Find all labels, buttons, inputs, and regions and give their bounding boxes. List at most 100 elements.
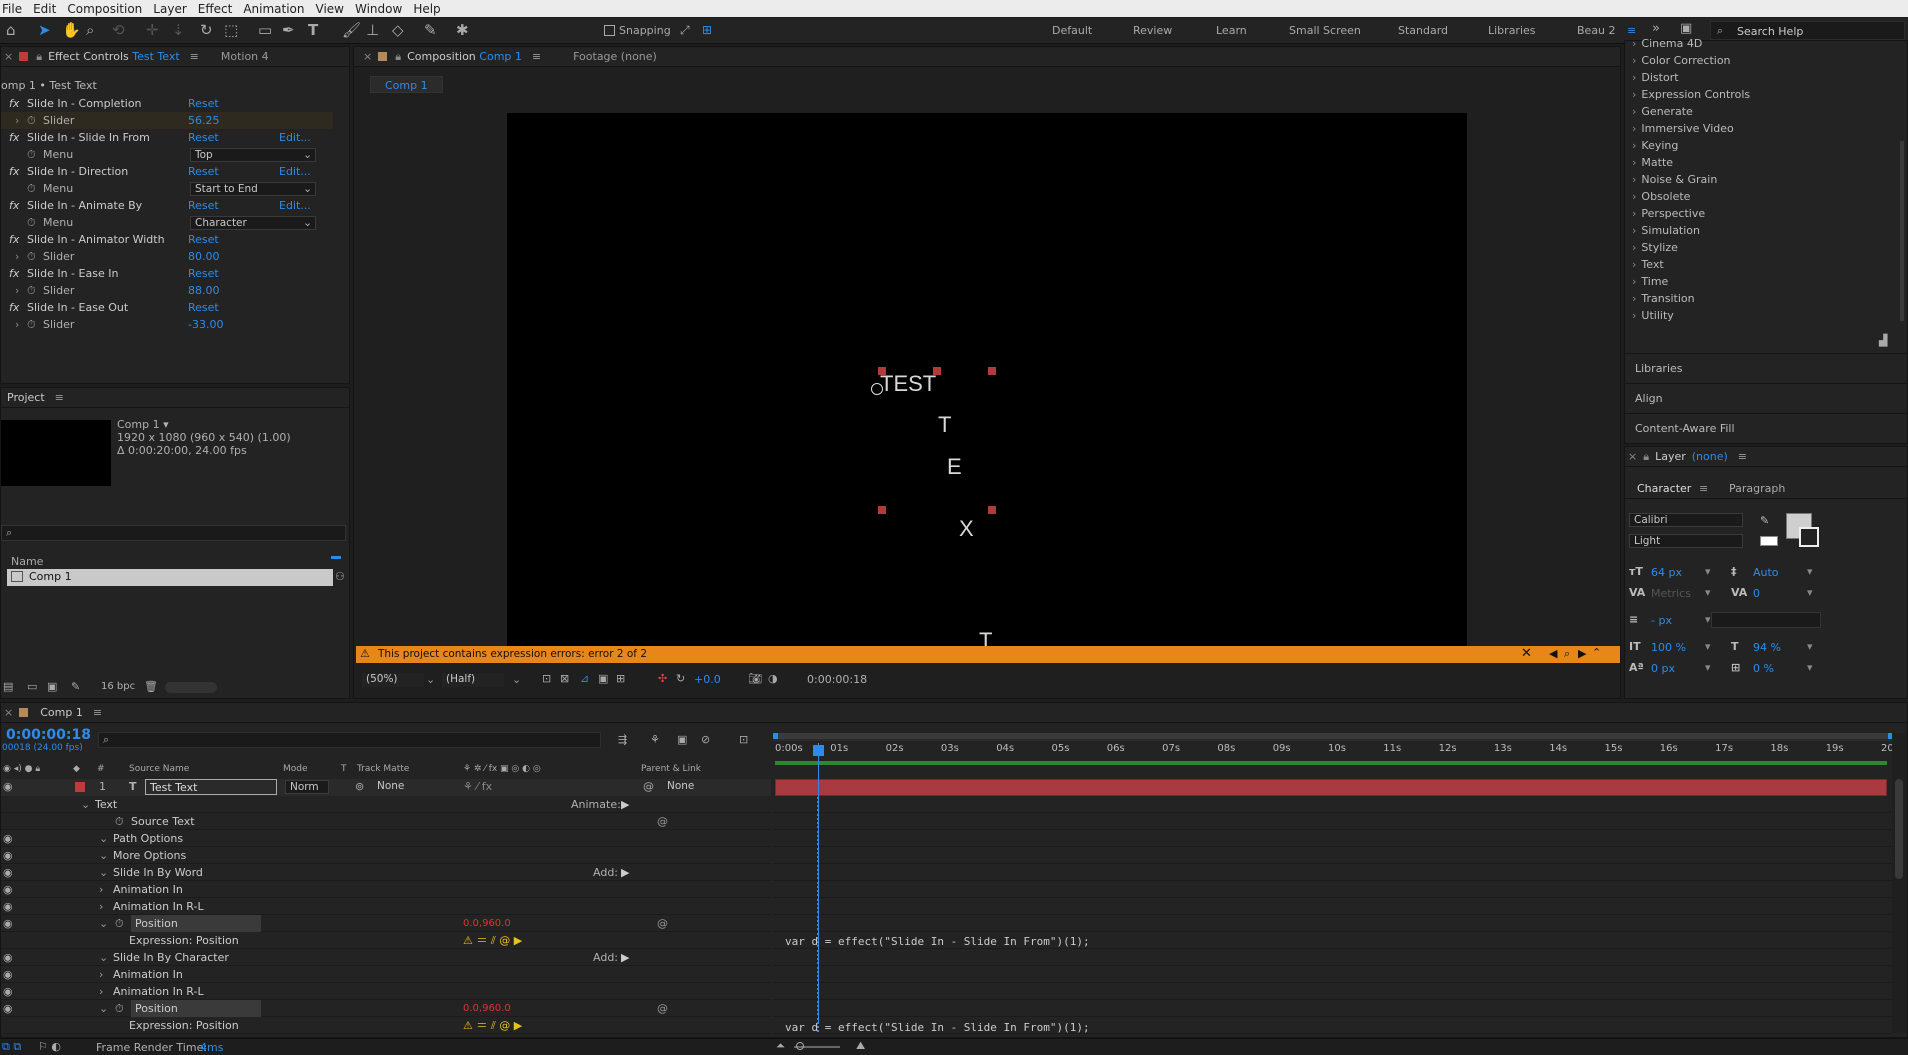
effect-category-distort[interactable]: › Distort	[1625, 69, 1905, 86]
layer-handle[interactable]	[988, 506, 996, 514]
timeline-property-row[interactable]: ◉ ⌄ Slide In By Character Add: ▶	[1, 949, 771, 966]
effect-category-cinema-4d[interactable]: › Cinema 4D	[1625, 35, 1905, 52]
parent-dropdown[interactable]: None	[663, 780, 745, 794]
show-snapshot-icon[interactable]: ◑	[768, 672, 778, 685]
dismiss-error-icon[interactable]: ✕	[1521, 646, 1532, 661]
chevron-icon[interactable]: ⌄	[99, 830, 108, 847]
column-source-name[interactable]: Source Name	[129, 764, 189, 774]
effect-category-color-correction[interactable]: › Color Correction	[1625, 52, 1905, 69]
param-value[interactable]: 80.00	[188, 248, 220, 265]
chevron-icon[interactable]: ⌄	[99, 847, 108, 864]
stopwatch-icon[interactable]: ⏱	[115, 813, 124, 830]
eye-icon[interactable]: ◉	[3, 949, 13, 966]
expand-chevron-icon[interactable]: ›	[15, 316, 19, 333]
workspace-review[interactable]: Review	[1133, 24, 1172, 37]
region-of-interest-icon[interactable]: ▣	[598, 672, 608, 685]
layer-switches-icons[interactable]: ⚘ ⁄ fx	[463, 780, 492, 793]
clone-tool-icon[interactable]: ⊥	[366, 22, 379, 39]
timeline-search-input[interactable]: ⌕	[98, 732, 601, 748]
graph-editor-icon[interactable]: ⊡	[739, 733, 748, 746]
comp-timecode[interactable]: 0:00:00:18	[807, 673, 867, 686]
menu-dropdown[interactable]: Character	[190, 216, 316, 230]
timeline-property-row[interactable]: Expression: Position ⚠ ＝ ⫽ @ ▶	[1, 1017, 771, 1034]
effect-category-obsolete[interactable]: › Obsolete	[1625, 188, 1905, 205]
reset-link[interactable]: Reset	[188, 95, 219, 112]
zoom-out-icon[interactable]: ⏶	[776, 1039, 785, 1053]
shy-layers-icon[interactable]: ▣	[677, 733, 687, 746]
timeline-tab[interactable]: Comp 1	[34, 706, 89, 719]
position-value[interactable]: 0.0,960.0	[463, 915, 511, 932]
stopwatch-icon[interactable]: ⏱	[115, 915, 124, 932]
column-mode[interactable]: Mode	[283, 764, 308, 774]
snapshot-icon[interactable]: 📷︎	[748, 672, 762, 685]
pick-whip-icon[interactable]: @	[657, 813, 668, 830]
timeline-property-row[interactable]: ◉ ⌄ ⏱ Position 0.0,960.0 @	[1, 915, 771, 932]
tracking-field[interactable]: 0	[1753, 587, 1760, 600]
brush-tool-icon[interactable]: 🖌	[342, 22, 361, 39]
stopwatch-icon[interactable]: ⏱	[27, 316, 36, 333]
menu-animation[interactable]: Animation	[241, 2, 313, 16]
menu-help[interactable]: Help	[411, 2, 449, 16]
new-comp-icon[interactable]: ▣	[47, 680, 57, 693]
menu-edit[interactable]: Edit	[31, 2, 65, 16]
dolly-tool-icon[interactable]: ⇣	[172, 22, 185, 39]
expression-controls-icons[interactable]: ⚠ ＝ ⫽ @ ▶	[463, 932, 522, 949]
eye-icon[interactable]: ◉	[3, 847, 13, 864]
baseline-shift-field[interactable]: 0 px	[1651, 662, 1675, 675]
close-icon[interactable]: ×	[363, 50, 372, 63]
tab-character[interactable]: Character	[1637, 482, 1691, 495]
add-menu-icon[interactable]: ▶	[621, 864, 629, 881]
stopwatch-icon[interactable]: ⏱	[27, 214, 36, 231]
stroke-type-dropdown[interactable]	[1711, 612, 1821, 628]
reset-link[interactable]: Reset	[188, 163, 219, 180]
pick-whip-icon[interactable]: @	[657, 1000, 668, 1017]
timeline-property-row[interactable]: ◉ › Animation In R-L	[1, 898, 771, 915]
stroke-width-field[interactable]: - px	[1651, 614, 1672, 627]
menu-dropdown[interactable]: Start to End	[190, 182, 316, 196]
layer-handle[interactable]	[878, 506, 886, 514]
frame-blending-icon[interactable]: ⊘	[701, 733, 710, 746]
time-ruler[interactable]: 0:00s 01s 02s 03s 04s 05s 06s 07s 08s 09s 10s 11s 12…	[773, 743, 1899, 759]
reset-link[interactable]: Reset	[188, 299, 219, 316]
eye-icon[interactable]: ◉	[3, 780, 13, 793]
font-size-field[interactable]: 64 px	[1651, 566, 1682, 579]
blend-mode-dropdown[interactable]: Norm	[285, 780, 329, 794]
position-value[interactable]: 0.0,960.0	[463, 1000, 511, 1017]
zoom-slider-thumb[interactable]	[796, 1042, 804, 1050]
eye-icon[interactable]: ◉	[3, 881, 13, 898]
work-area-bar[interactable]	[775, 761, 1887, 765]
comp-mini-flowchart-icon[interactable]: ⇶	[618, 733, 627, 746]
column-track-matte[interactable]: Track Matte	[357, 764, 409, 774]
lock-icon[interactable]: 🔒︎	[1643, 450, 1649, 464]
bit-depth[interactable]: 16 bpc	[101, 681, 135, 692]
close-icon[interactable]: ×	[1628, 450, 1637, 463]
timeline-property-row[interactable]: ⏱ Source Text @	[1, 813, 771, 830]
add-menu-icon[interactable]: ▶	[621, 949, 629, 966]
scrollbar-thumb[interactable]	[1895, 779, 1903, 879]
edit-link[interactable]: Edit...	[279, 129, 311, 146]
panel-menu-icon[interactable]: ≡	[55, 391, 64, 404]
tab-footage[interactable]: Footage (none)	[567, 50, 663, 63]
flowchart-icon[interactable]: ⚇	[335, 570, 345, 583]
navigator-range[interactable]	[773, 733, 1893, 739]
expression-error-bar[interactable]: ⚠ This project contains expression error…	[356, 646, 1620, 663]
stopwatch-icon[interactable]: ⏱	[27, 282, 36, 299]
eye-icon[interactable]: ◉	[3, 830, 13, 847]
timeline-property-row[interactable]: ◉ ⌄ ⏱ Position 0.0,960.0 @	[1, 1000, 771, 1017]
property-action[interactable]: Animate:	[571, 796, 621, 813]
menu-dropdown[interactable]: Top	[190, 148, 316, 162]
timeline-property-row[interactable]: ⌄ Text Animate: ▶	[1, 796, 771, 813]
add-menu-icon[interactable]: ▶	[621, 796, 629, 813]
reset-link[interactable]: Reset	[188, 231, 219, 248]
rotate-tool-icon[interactable]: ↻	[200, 22, 213, 39]
camera-tool-icon[interactable]: ⬚	[224, 22, 238, 39]
eye-icon[interactable]: ◉	[3, 915, 13, 932]
transparency-grid-icon[interactable]: ⊠	[560, 672, 569, 685]
effects-scrollbar[interactable]	[1900, 141, 1904, 321]
orbit-tool-icon[interactable]: ⟲	[112, 22, 125, 39]
eye-icon[interactable]: ◉	[3, 898, 13, 915]
pick-whip-icon[interactable]: @	[643, 780, 654, 793]
panel-menu-icon[interactable]: ≡	[1738, 450, 1747, 463]
layer-label-color[interactable]	[75, 782, 85, 792]
track-matte-icon[interactable]: ⊚	[355, 780, 364, 793]
